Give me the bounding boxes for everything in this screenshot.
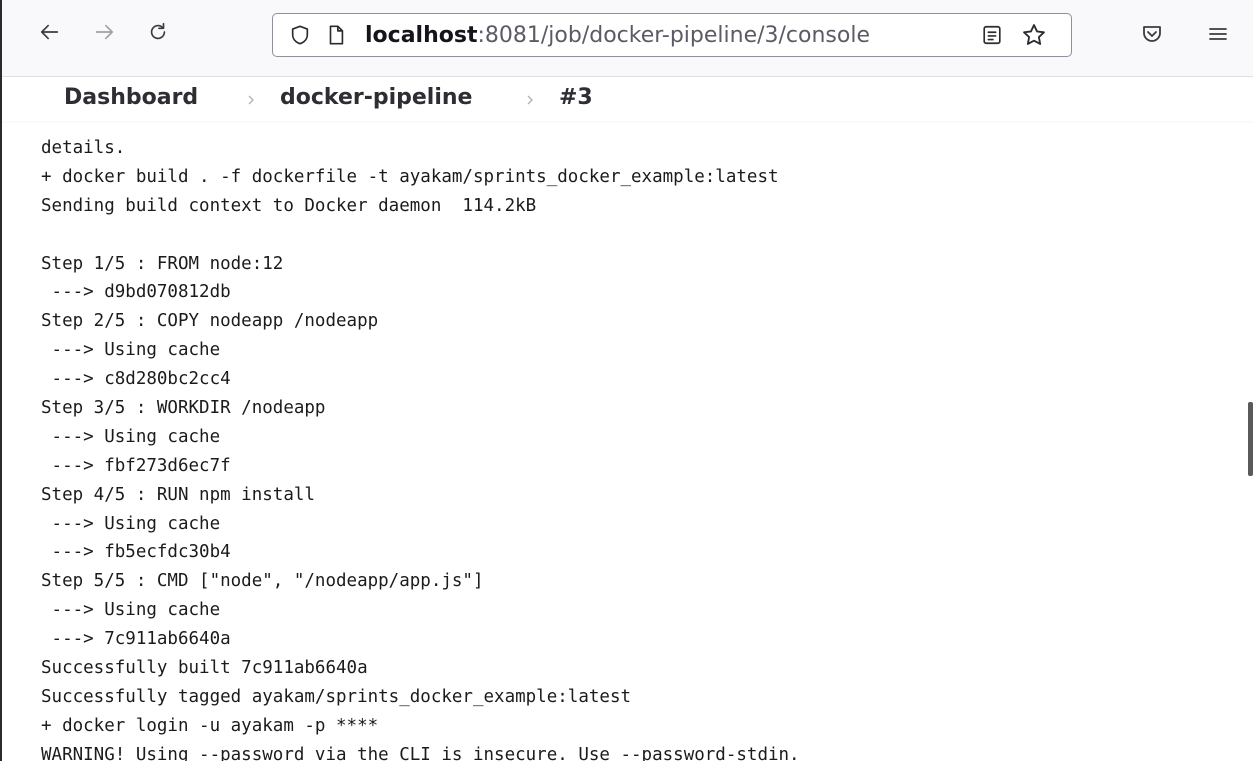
shield-icon[interactable] xyxy=(289,24,311,46)
hamburger-menu-icon[interactable] xyxy=(1206,22,1230,46)
console-line: WARNING! Using --password via the CLI is… xyxy=(41,744,800,761)
console-line: Step 5/5 : CMD ["node", "/nodeapp/app.js… xyxy=(41,571,484,592)
forward-button[interactable] xyxy=(86,14,122,50)
arrow-right-icon xyxy=(95,24,114,40)
console-line: details. xyxy=(41,138,126,158)
console-line: ---> Using cache xyxy=(41,426,221,447)
chevron-right-icon xyxy=(527,95,533,105)
url-bar[interactable]: localhost:8081/job/docker-pipeline/3/con… xyxy=(272,13,1072,57)
url-text[interactable]: localhost:8081/job/docker-pipeline/3/con… xyxy=(365,23,870,49)
console-line: ---> Using cache xyxy=(41,340,221,361)
url-path: :8081/job/docker-pipeline/3/console xyxy=(477,23,871,48)
console-line: + docker build . -f dockerfile -t ayakam… xyxy=(41,166,779,187)
breadcrumb: Dashboard docker-pipeline #3 xyxy=(2,77,1253,121)
console-line: ---> d9bd070812db xyxy=(41,282,231,303)
console-line: ---> 7c911ab6640a xyxy=(41,629,231,650)
scrollbar-thumb[interactable] xyxy=(1248,402,1253,476)
breadcrumb-build-number[interactable]: #3 xyxy=(559,85,593,110)
breadcrumb-dashboard[interactable]: Dashboard xyxy=(64,85,198,110)
console-line: Sending build context to Docker daemon 1… xyxy=(41,195,537,216)
console-lines: details. + docker build . -f dockerfile … xyxy=(41,134,800,761)
breadcrumb-docker-pipeline[interactable]: docker-pipeline xyxy=(280,85,472,110)
reload-icon xyxy=(150,22,166,40)
browser-toolbar: localhost:8081/job/docker-pipeline/3/con… xyxy=(2,0,1253,77)
console-output: details. + docker build . -f dockerfile … xyxy=(2,121,1253,761)
console-line: ---> c8d280bc2cc4 xyxy=(41,369,231,390)
console-line: Step 2/5 : COPY nodeapp /nodeapp xyxy=(41,311,379,332)
console-line: Successfully tagged ayakam/sprints_docke… xyxy=(41,686,632,707)
console-line: ---> fbf273d6ec7f xyxy=(41,455,231,476)
console-line: Step 4/5 : RUN npm install xyxy=(41,484,315,505)
reader-view-icon[interactable] xyxy=(981,24,1003,46)
console-line: ---> Using cache xyxy=(41,600,221,621)
back-button[interactable] xyxy=(32,14,68,50)
console-line: ---> fb5ecfdc30b4 xyxy=(41,542,231,563)
pocket-icon[interactable] xyxy=(1140,22,1164,46)
arrow-left-icon xyxy=(40,24,59,40)
chevron-right-icon xyxy=(248,95,254,105)
console-line: + docker login -u ayakam -p **** xyxy=(41,715,379,736)
console-line: Successfully built 7c911ab6640a xyxy=(41,658,368,679)
reload-button[interactable] xyxy=(140,14,176,50)
star-icon[interactable] xyxy=(1021,22,1047,48)
console-line: Step 3/5 : WORKDIR /nodeapp xyxy=(41,398,326,419)
console-line: Step 1/5 : FROM node:12 xyxy=(41,253,284,274)
console-line: ---> Using cache xyxy=(41,513,221,534)
url-host: localhost xyxy=(365,23,478,48)
page-icon[interactable] xyxy=(325,24,347,46)
